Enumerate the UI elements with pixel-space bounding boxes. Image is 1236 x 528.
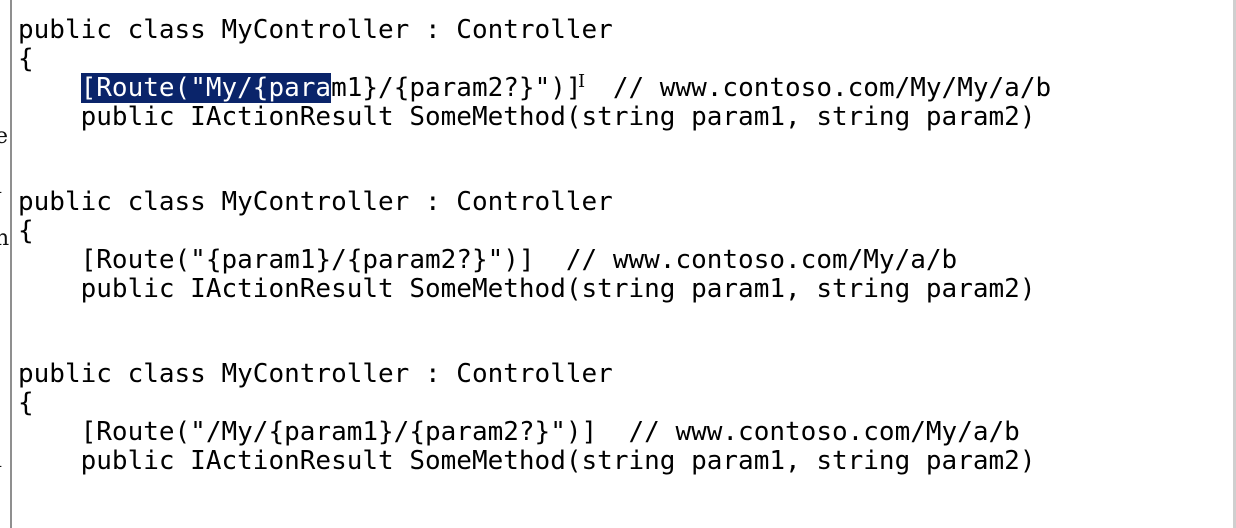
open-brace-2[interactable]: { (18, 217, 34, 246)
selected-text[interactable]: [Route("My/{para (80, 73, 332, 103)
method-signature-1[interactable]: public IActionResult SomeMethod(string p… (18, 103, 1036, 132)
open-brace-1[interactable]: { (18, 45, 34, 74)
strip-glyph-3: n (0, 228, 9, 250)
method-signature-3[interactable]: public IActionResult SomeMethod(string p… (18, 447, 1036, 476)
route-indent-1 (18, 73, 81, 103)
strip-glyph-4: l (0, 450, 2, 472)
class-declaration-1[interactable]: public class MyController : Controller (18, 16, 613, 45)
code-editor[interactable]: public class MyController : Controller {… (18, 12, 1228, 522)
class-declaration-3[interactable]: public class MyController : Controller (18, 360, 613, 389)
method-signature-2[interactable]: public IActionResult SomeMethod(string p… (18, 275, 1036, 304)
class-declaration-2[interactable]: public class MyController : Controller (18, 188, 613, 217)
open-brace-3[interactable]: { (18, 389, 34, 418)
strip-glyph-1: e (0, 126, 8, 148)
route-rest-1[interactable]: m1}/{param2?}")] // www.contoso.com/My/M… (331, 73, 1051, 103)
route-attribute-3[interactable]: [Route("/My/{param1}/{param2?}")] // www… (18, 418, 1020, 447)
route-attribute-1[interactable]: [Route("My/{param1}/{param2?}")] // www.… (18, 73, 1051, 103)
route-attribute-2[interactable]: [Route("{param1}/{param2?}")] // www.con… (18, 246, 958, 275)
left-pane-edge: e l n l (0, 0, 12, 528)
strip-glyph-2: l (0, 176, 2, 198)
